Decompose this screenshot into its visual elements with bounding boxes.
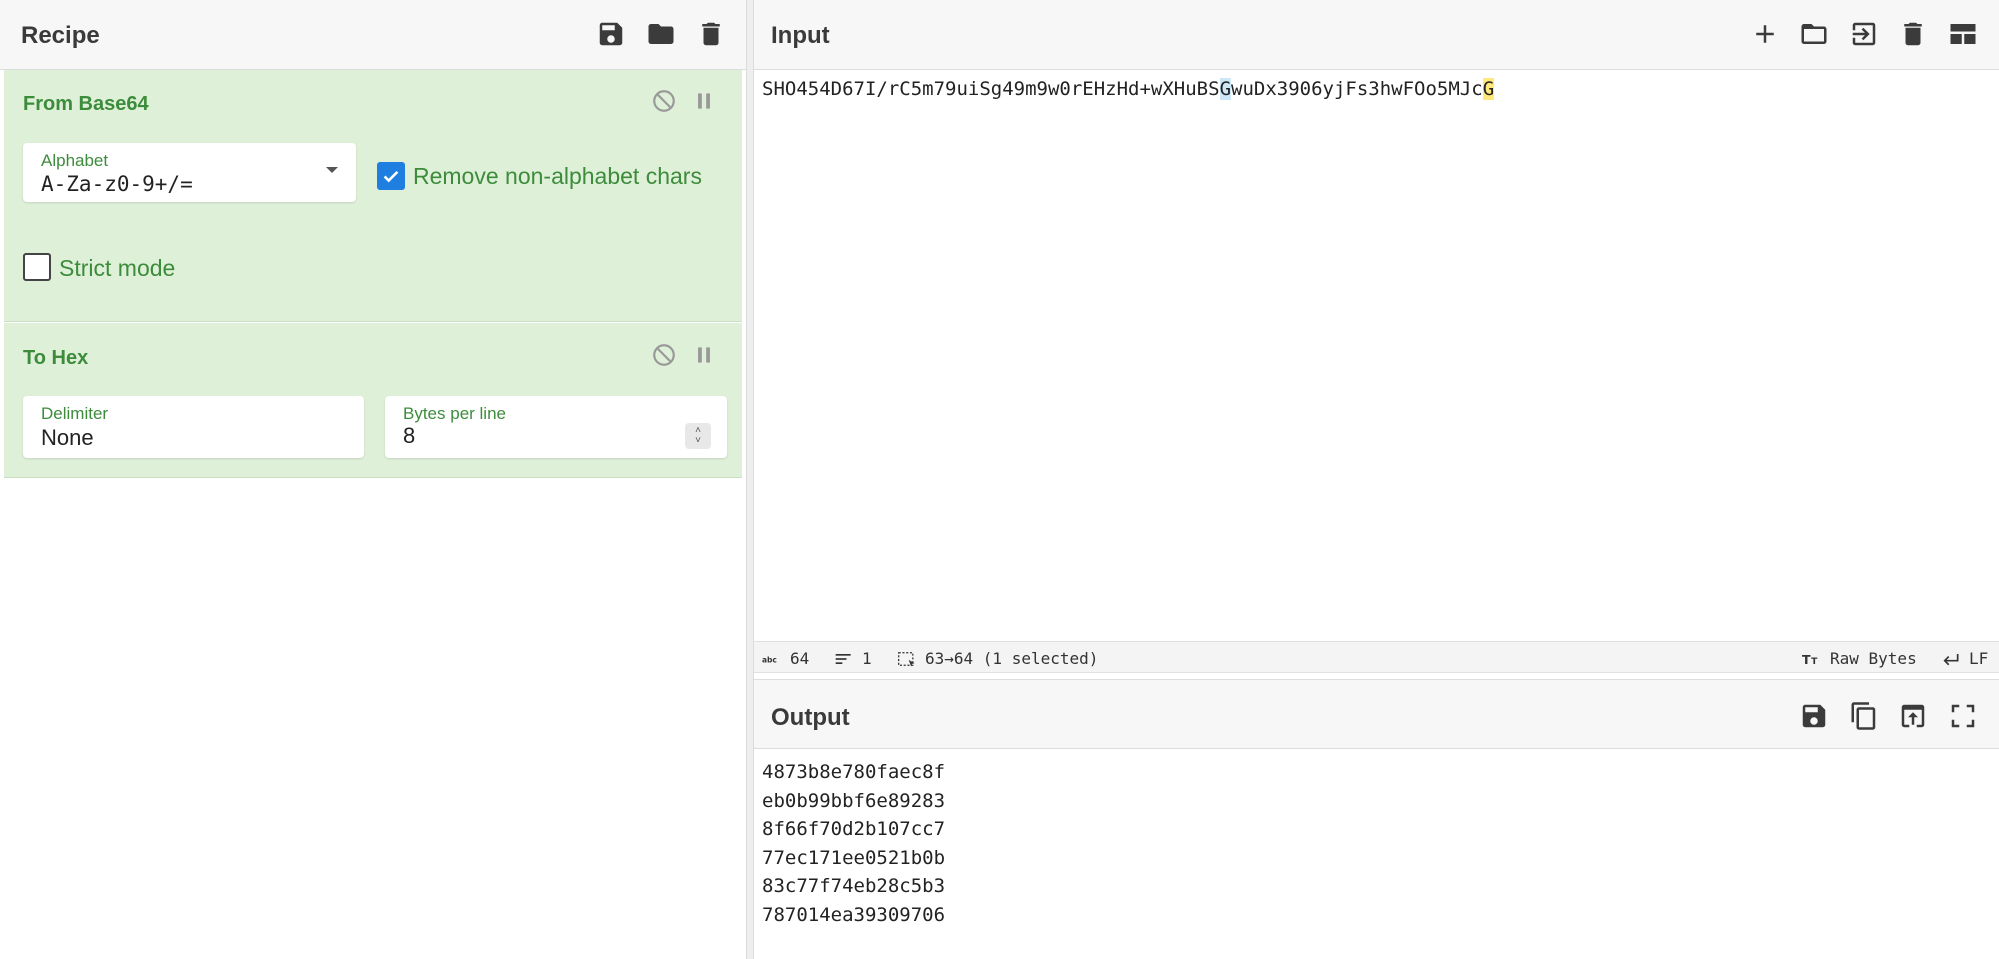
clear-recipe-button[interactable] xyxy=(693,16,729,52)
output-header: Output xyxy=(754,679,1999,749)
alphabet-label: Alphabet xyxy=(41,151,109,170)
alphabet-select[interactable]: Alphabet A-Za-z0-9+/= xyxy=(23,143,356,202)
input-text: wuDx3906yjFs3hwFOo5MJc xyxy=(1231,78,1483,100)
selection-value: 63→64 (1 selected) xyxy=(925,649,1099,668)
add-tab-button[interactable] xyxy=(1747,16,1783,52)
disable-operation-button[interactable] xyxy=(650,87,678,115)
output-line: 4873b8e780faec8f xyxy=(762,761,946,783)
disable-icon xyxy=(653,344,675,366)
encoding-value: Raw Bytes xyxy=(1830,649,1917,668)
number-stepper[interactable]: ˄ ˅ xyxy=(685,423,711,449)
cursor-highlight: G xyxy=(1482,78,1495,100)
alphabet-value: A-Za-z0-9+/= xyxy=(41,172,193,196)
strict-mode-checkbox[interactable] xyxy=(23,253,51,281)
open-file-button[interactable] xyxy=(1796,16,1832,52)
bytes-per-line-input[interactable]: Bytes per line 8 ˄ ˅ xyxy=(385,396,727,458)
operation-title: To Hex xyxy=(23,347,89,369)
input-status-bar: abc 64 1 63→64 (1 selected) TT Raw Bytes… xyxy=(754,641,1999,673)
disable-operation-button[interactable] xyxy=(650,341,678,369)
strict-mode-label[interactable]: Strict mode xyxy=(59,255,175,282)
svg-text:T: T xyxy=(1802,652,1811,667)
svg-text:abc: abc xyxy=(762,655,777,664)
lines-icon xyxy=(835,653,851,664)
output-line: 77ec171ee0521b0b xyxy=(762,846,946,869)
input-header: Input xyxy=(754,0,1999,70)
recipe-header: Recipe xyxy=(0,0,746,70)
clear-input-button[interactable] xyxy=(1895,16,1931,52)
eol-sequence[interactable]: LF xyxy=(1941,649,1988,668)
output-line: 8f66f70d2b107cc7 xyxy=(762,818,946,841)
chevron-down-icon xyxy=(326,167,338,173)
layout-icon xyxy=(1950,24,1976,44)
pause-icon xyxy=(698,93,710,109)
replace-input-icon xyxy=(1901,704,1925,728)
selection-highlight: G xyxy=(1219,78,1232,100)
bytes-per-line-label: Bytes per line xyxy=(403,404,506,423)
maximize-output-button[interactable] xyxy=(1945,698,1981,734)
input-encoding[interactable]: TT Raw Bytes xyxy=(1802,649,1917,668)
output-line: 83c77f74eb28c5b3 xyxy=(762,875,946,898)
operation-from-base64: From Base64 Alphabet A-Za-z0-9+/= Remove… xyxy=(4,70,742,322)
char-count: abc 64 xyxy=(762,649,809,668)
save-output-button[interactable] xyxy=(1796,698,1832,734)
load-recipe-button[interactable] xyxy=(643,16,679,52)
input-title: Input xyxy=(771,22,830,49)
svg-text:T: T xyxy=(1811,656,1818,667)
bytes-per-line-value: 8 xyxy=(403,423,416,448)
disable-icon xyxy=(653,90,675,112)
maximize-icon xyxy=(1951,704,1975,728)
save-icon xyxy=(599,22,623,46)
line-count-value: 1 xyxy=(862,649,872,668)
output-title: Output xyxy=(771,704,850,731)
remove-non-alphabet-label[interactable]: Remove non-alphabet chars xyxy=(413,163,702,190)
folder-icon xyxy=(648,24,674,44)
input-textarea[interactable]: SHO454D67I/rC5m79uiSg49m9w0rEHzHd+wXHuBS… xyxy=(754,70,1999,640)
remove-non-alphabet-checkbox[interactable] xyxy=(377,162,405,190)
copy-output-button[interactable] xyxy=(1846,698,1882,734)
save-recipe-button[interactable] xyxy=(593,16,629,52)
line-count: 1 xyxy=(834,649,872,668)
recipe-title: Recipe xyxy=(21,22,100,49)
delimiter-select[interactable]: Delimiter None xyxy=(23,396,364,458)
io-pane: Input SHO454D67I/rC5m79uiSg49m9w0rEHzHd+… xyxy=(753,0,1999,959)
trash-icon xyxy=(1904,22,1922,46)
trash-icon xyxy=(702,22,720,46)
eol-value: LF xyxy=(1969,649,1989,668)
output-line: eb0b99bbf6e89283 xyxy=(762,789,946,812)
plus-icon xyxy=(1756,25,1774,43)
delimiter-value: None xyxy=(41,425,94,450)
check-icon xyxy=(383,170,399,183)
delimiter-label: Delimiter xyxy=(41,404,109,423)
char-count-value: 64 xyxy=(790,649,810,668)
selection-info: 63→64 (1 selected) xyxy=(897,649,1098,668)
pause-icon xyxy=(698,347,710,363)
recipe-pane: Recipe From Base64 Alphabet A-Za-z0-9+/=… xyxy=(0,0,747,959)
open-folder-button[interactable] xyxy=(1846,16,1882,52)
selection-icon xyxy=(898,651,915,666)
import-icon xyxy=(1852,22,1876,46)
abc-icon: abc xyxy=(762,655,777,664)
text-size-icon: TT xyxy=(1802,652,1818,667)
output-line: 787014ea39309706 xyxy=(762,903,946,926)
operation-title: From Base64 xyxy=(23,93,149,115)
pause-operation-button[interactable] xyxy=(690,341,718,369)
input-text: SHO454D67I/rC5m79uiSg49m9w0rEHzHd+wXHuBS xyxy=(762,78,1220,100)
save-icon xyxy=(1802,704,1826,728)
copy-icon xyxy=(1851,702,1876,730)
operation-to-hex: To Hex Delimiter None Bytes per line 8 ˄… xyxy=(4,323,742,478)
output-textarea[interactable]: 4873b8e780faec8f eb0b99bbf6e89283 8f66f7… xyxy=(754,750,1999,938)
chevron-down-icon: ˅ xyxy=(695,435,701,446)
replace-input-button[interactable] xyxy=(1895,698,1931,734)
reset-layout-button[interactable] xyxy=(1945,16,1981,52)
pause-operation-button[interactable] xyxy=(690,87,718,115)
folder-icon xyxy=(1801,24,1827,44)
return-icon xyxy=(1943,653,1959,665)
